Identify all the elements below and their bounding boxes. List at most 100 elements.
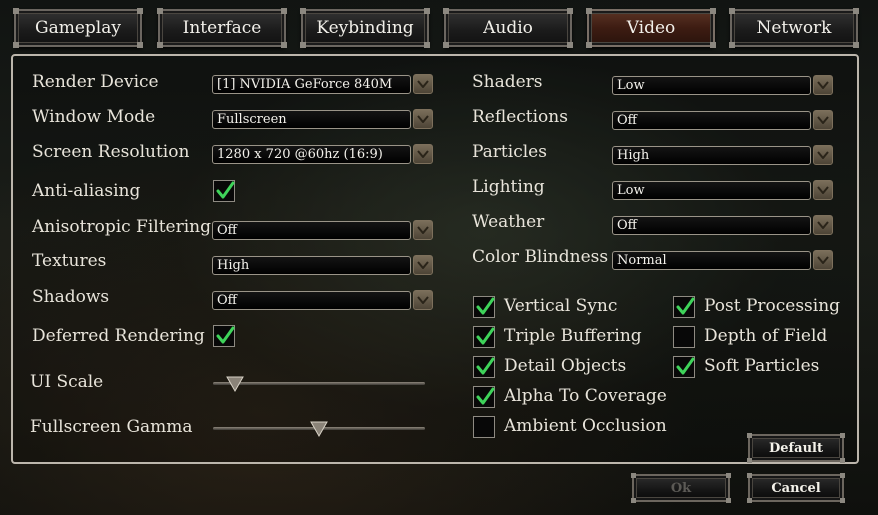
lighting-value: Low (612, 181, 811, 200)
detail-objects-checkbox[interactable] (473, 356, 495, 378)
anisotropic-filtering-label: Anisotropic Filtering (32, 217, 212, 237)
shadows-label: Shadows (32, 287, 110, 307)
checkmark-icon (676, 357, 695, 375)
post-processing-checkbox[interactable] (673, 296, 695, 318)
checkmark-icon (216, 326, 235, 344)
shaders-dropdown[interactable]: Low (612, 75, 833, 95)
checkmark-icon (216, 181, 235, 199)
shaders-value: Low (612, 76, 811, 95)
depth-of-field-checkbox[interactable] (673, 326, 695, 348)
chevron-down-icon[interactable] (413, 74, 433, 94)
chevron-down-icon[interactable] (813, 110, 833, 130)
tab-audio[interactable]: Audio (443, 8, 573, 48)
render-device-value: [1] NVIDIA GeForce 840M (212, 75, 411, 94)
reflections-label: Reflections (472, 107, 568, 127)
checkmark-icon (476, 327, 495, 345)
checkmark-icon (676, 297, 695, 315)
chevron-down-icon[interactable] (413, 144, 433, 164)
render-device-label: Render Device (32, 72, 159, 92)
tab-interface[interactable]: Interface (157, 8, 287, 48)
vertical-sync-checkbox[interactable] (473, 296, 495, 318)
chevron-down-icon[interactable] (413, 290, 433, 310)
tab-label: Interface (182, 18, 262, 38)
anti-aliasing-label: Anti-aliasing (32, 181, 141, 201)
lighting-label: Lighting (472, 177, 545, 197)
slider-handle[interactable] (309, 419, 329, 439)
color-blindness-dropdown[interactable]: Normal (612, 250, 833, 270)
tab-video[interactable]: Video (586, 8, 716, 48)
chevron-down-icon[interactable] (813, 215, 833, 235)
chevron-down-icon[interactable] (413, 255, 433, 275)
fullscreen-gamma-label: Fullscreen Gamma (30, 417, 193, 437)
screen-resolution-dropdown[interactable]: 1280 x 720 @60hz (16:9) (212, 144, 433, 164)
window-mode-label: Window Mode (32, 107, 156, 127)
color-blindness-label: Color Blindness (472, 247, 609, 267)
color-blindness-value: Normal (612, 251, 811, 270)
particles-dropdown[interactable]: High (612, 145, 833, 165)
ambient-occlusion-checkbox[interactable] (473, 416, 495, 438)
triple-buffering-checkbox[interactable] (473, 326, 495, 348)
weather-dropdown[interactable]: Off (612, 215, 833, 235)
ui-scale-slider[interactable] (213, 372, 425, 396)
chevron-down-icon[interactable] (813, 180, 833, 200)
ui-scale-label: UI Scale (30, 372, 104, 392)
depth-of-field-label: Depth of Field (704, 326, 828, 346)
window-mode-dropdown[interactable]: Fullscreen (212, 109, 433, 129)
window-mode-value: Fullscreen (212, 110, 411, 129)
reflections-dropdown[interactable]: Off (612, 110, 833, 130)
textures-value: High (212, 256, 411, 275)
screen-resolution-label: Screen Resolution (32, 142, 190, 162)
alpha-to-coverage-checkbox[interactable] (473, 386, 495, 408)
deferred-rendering-checkbox[interactable] (213, 325, 235, 347)
tab-label: Keybinding (316, 18, 414, 38)
tab-label: Video (626, 18, 676, 38)
slider-handle[interactable] (225, 374, 245, 394)
soft-particles-label: Soft Particles (704, 356, 820, 376)
settings-tab-bar: Gameplay Interface Keybinding Audio Vide… (13, 8, 862, 51)
cancel-button[interactable]: Cancel (747, 473, 845, 503)
post-processing-label: Post Processing (704, 296, 841, 316)
alpha-to-coverage-label: Alpha To Coverage (504, 386, 667, 406)
anisotropic-filtering-dropdown[interactable]: Off (212, 220, 433, 240)
shadows-value: Off (212, 291, 411, 310)
chevron-down-icon[interactable] (413, 220, 433, 240)
deferred-rendering-label: Deferred Rendering (32, 326, 205, 346)
anisotropic-filtering-value: Off (212, 221, 411, 240)
ok-button-label: Ok (670, 480, 692, 496)
detail-objects-label: Detail Objects (504, 356, 627, 376)
lighting-dropdown[interactable]: Low (612, 180, 833, 200)
particles-value: High (612, 146, 811, 165)
chevron-down-icon[interactable] (413, 109, 433, 129)
shadows-dropdown[interactable]: Off (212, 290, 433, 310)
fullscreen-gamma-slider[interactable] (213, 417, 425, 441)
chevron-down-icon[interactable] (813, 145, 833, 165)
anti-aliasing-checkbox[interactable] (213, 180, 235, 202)
ambient-occlusion-label: Ambient Occlusion (504, 416, 667, 436)
chevron-down-icon[interactable] (813, 75, 833, 95)
chevron-down-icon[interactable] (813, 250, 833, 270)
particles-label: Particles (472, 142, 547, 162)
tab-label: Audio (483, 18, 533, 38)
weather-value: Off (612, 216, 811, 235)
checkmark-icon (476, 387, 495, 405)
cancel-button-label: Cancel (771, 480, 821, 496)
tab-gameplay[interactable]: Gameplay (13, 8, 143, 48)
default-button[interactable]: Default (747, 433, 845, 463)
weather-label: Weather (472, 212, 545, 232)
shaders-label: Shaders (472, 72, 543, 92)
textures-dropdown[interactable]: High (212, 255, 433, 275)
checkmark-icon (476, 357, 495, 375)
default-button-label: Default (769, 440, 823, 456)
vertical-sync-label: Vertical Sync (504, 296, 618, 316)
tab-label: Network (756, 18, 832, 38)
screen-resolution-value: 1280 x 720 @60hz (16:9) (212, 145, 411, 164)
tab-keybinding[interactable]: Keybinding (300, 8, 430, 48)
ok-button[interactable]: Ok (631, 473, 731, 503)
tab-label: Gameplay (35, 18, 121, 38)
textures-label: Textures (32, 251, 107, 271)
soft-particles-checkbox[interactable] (673, 356, 695, 378)
tab-network[interactable]: Network (729, 8, 859, 48)
render-device-dropdown[interactable]: [1] NVIDIA GeForce 840M (212, 74, 433, 94)
triple-buffering-label: Triple Buffering (504, 326, 642, 346)
checkmark-icon (476, 297, 495, 315)
